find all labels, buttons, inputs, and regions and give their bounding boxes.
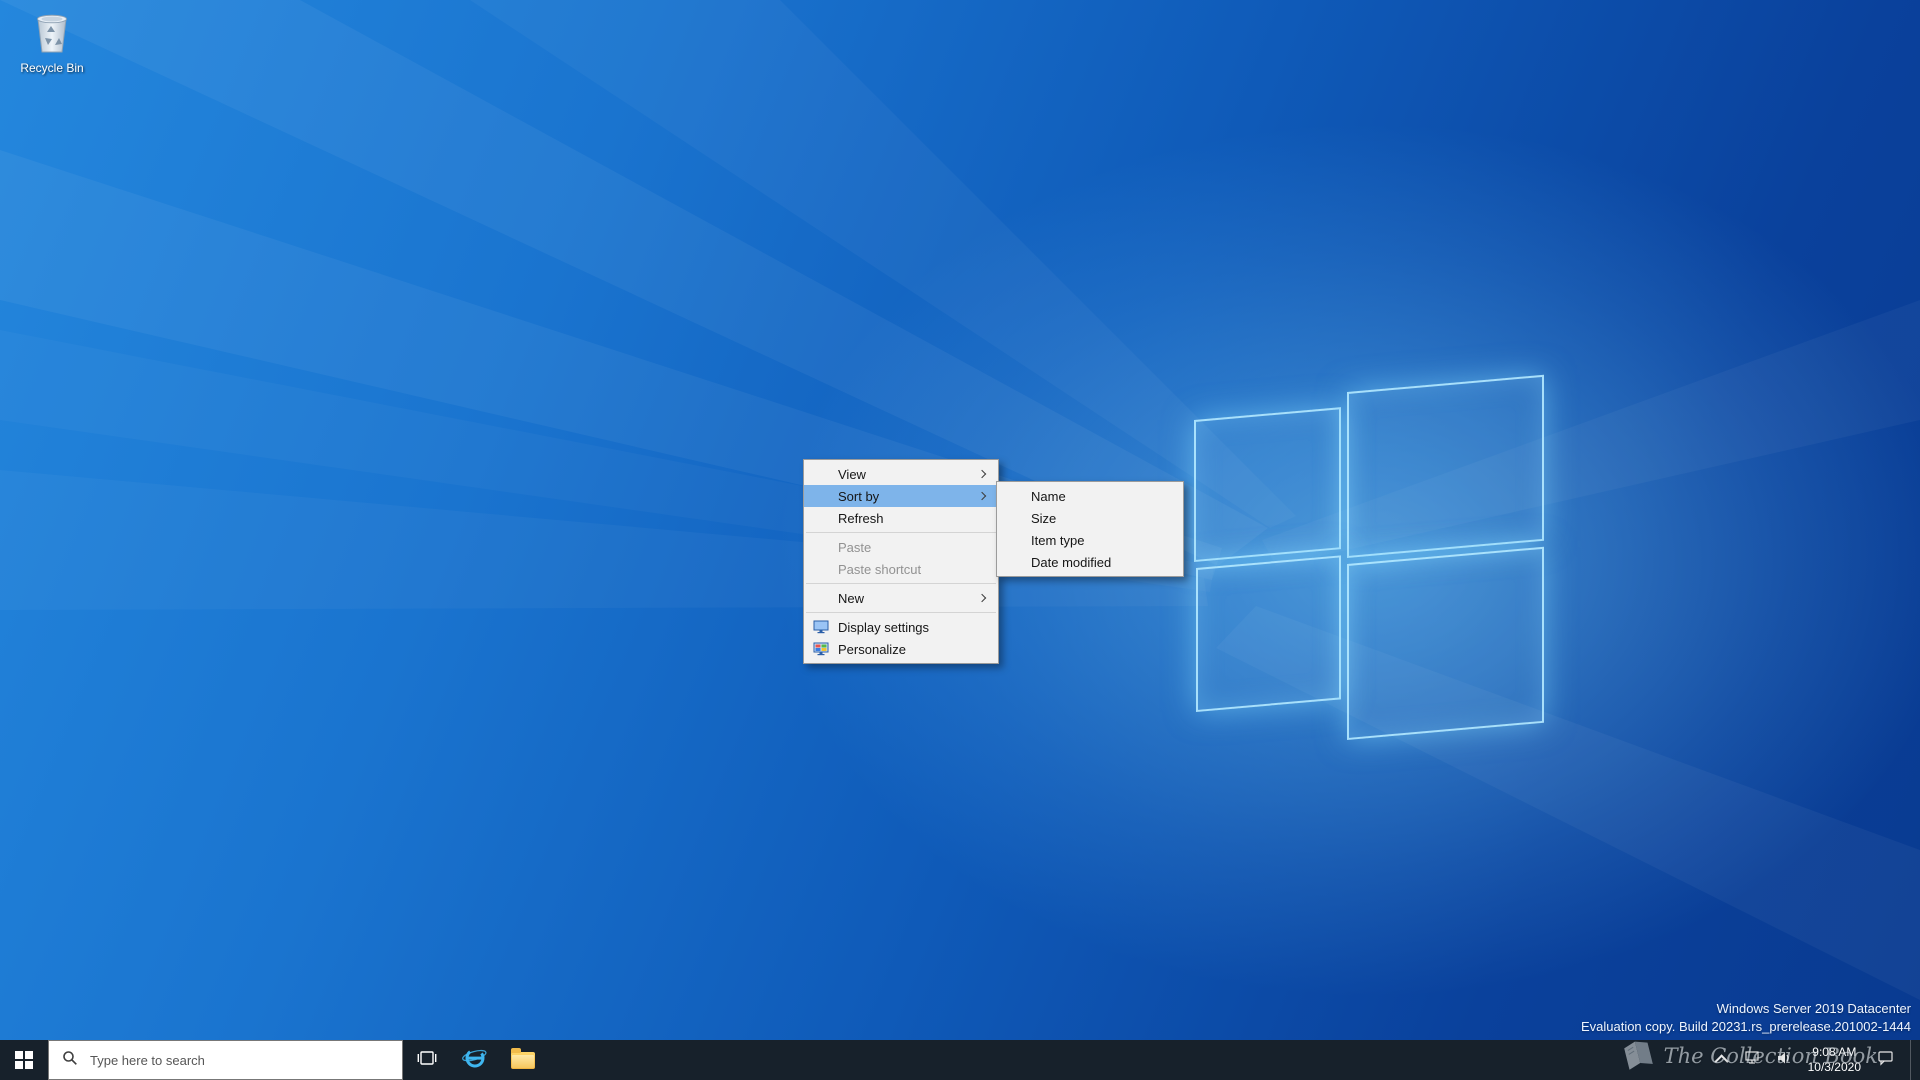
sort-by-submenu: Name Size Item type Date modified [996,481,1184,577]
submenu-item-date-modified[interactable]: Date modified [997,551,1183,573]
menu-item-label: Refresh [838,510,884,526]
show-hidden-icons-button[interactable] [1714,1054,1729,1069]
menu-separator [806,612,996,613]
menu-item-paste-shortcut[interactable]: Paste shortcut [804,558,998,580]
submenu-item-item-type[interactable]: Item type [997,529,1183,551]
menu-item-label: Personalize [838,641,906,657]
network-icon[interactable] [1744,1050,1760,1070]
internet-explorer-icon [462,1045,488,1076]
windows-start-icon [15,1051,33,1069]
internet-explorer-button[interactable] [451,1040,499,1080]
menu-item-display-settings[interactable]: Display settings [804,616,998,638]
wallpaper-logo-pane [1347,374,1544,558]
search-input[interactable] [88,1051,342,1069]
menu-item-label: Display settings [838,619,930,635]
search-icon [62,1050,78,1071]
wallpaper-logo-pane [1196,555,1341,712]
menu-item-label: Paste shortcut [838,561,922,577]
menu-item-new[interactable]: New [804,587,998,609]
taskbar-clock[interactable]: 9:08 AM 10/3/2020 [1808,1045,1861,1075]
menu-item-label: View [838,466,866,482]
menu-item-refresh[interactable]: Refresh [804,507,998,529]
menu-item-label: Sort by [838,488,880,504]
menu-item-label: Size [1031,510,1057,526]
build-line: Evaluation copy. Build 20231.rs_prerelea… [1580,1019,1911,1034]
chevron-right-icon [977,491,987,501]
windows-edition-watermark: Windows Server 2019 Datacenter Evaluatio… [1581,1000,1911,1036]
recycle-bin-icon [31,8,73,59]
recycle-bin-shortcut[interactable]: Recycle Bin [10,8,94,75]
task-view-button[interactable] [403,1040,451,1080]
menu-item-label: Name [1031,488,1066,504]
start-button[interactable] [0,1040,48,1080]
task-view-icon [416,1047,438,1074]
taskbar-search[interactable] [48,1040,403,1080]
submenu-item-size[interactable]: Size [997,507,1183,529]
chevron-right-icon [977,469,987,479]
personalize-icon [813,642,829,656]
menu-separator [806,583,996,584]
menu-separator [806,532,996,533]
wallpaper-logo-pane [1347,546,1544,740]
chevron-right-icon [977,593,987,603]
wallpaper-logo-pane [1194,407,1341,562]
recycle-bin-label: Recycle Bin [20,61,84,75]
menu-item-label: New [838,590,865,606]
display-settings-icon [813,620,829,634]
menu-item-paste[interactable]: Paste [804,536,998,558]
file-explorer-button[interactable] [499,1040,547,1080]
show-desktop-button[interactable] [1910,1040,1916,1080]
menu-item-label: Item type [1031,532,1085,548]
file-explorer-icon [511,1047,535,1069]
menu-item-view[interactable]: View [804,463,998,485]
edition-line: Windows Server 2019 Datacenter [1716,1001,1911,1016]
menu-item-sort-by[interactable]: Sort by [804,485,998,507]
desktop-context-menu: View Sort by Refresh Paste Paste shortcu… [803,459,999,664]
taskbar: 9:08 AM 10/3/2020 [0,1040,1920,1080]
clock-time: 9:08 AM [1812,1045,1857,1059]
menu-item-label: Paste [838,539,872,555]
action-center-icon[interactable] [1877,1050,1894,1071]
system-tray: 9:08 AM 10/3/2020 [1714,1040,1920,1080]
volume-icon[interactable] [1776,1051,1792,1070]
submenu-item-name[interactable]: Name [997,485,1183,507]
clock-date: 10/3/2020 [1807,1060,1861,1074]
menu-item-label: Date modified [1031,554,1112,570]
menu-item-personalize[interactable]: Personalize [804,638,998,660]
